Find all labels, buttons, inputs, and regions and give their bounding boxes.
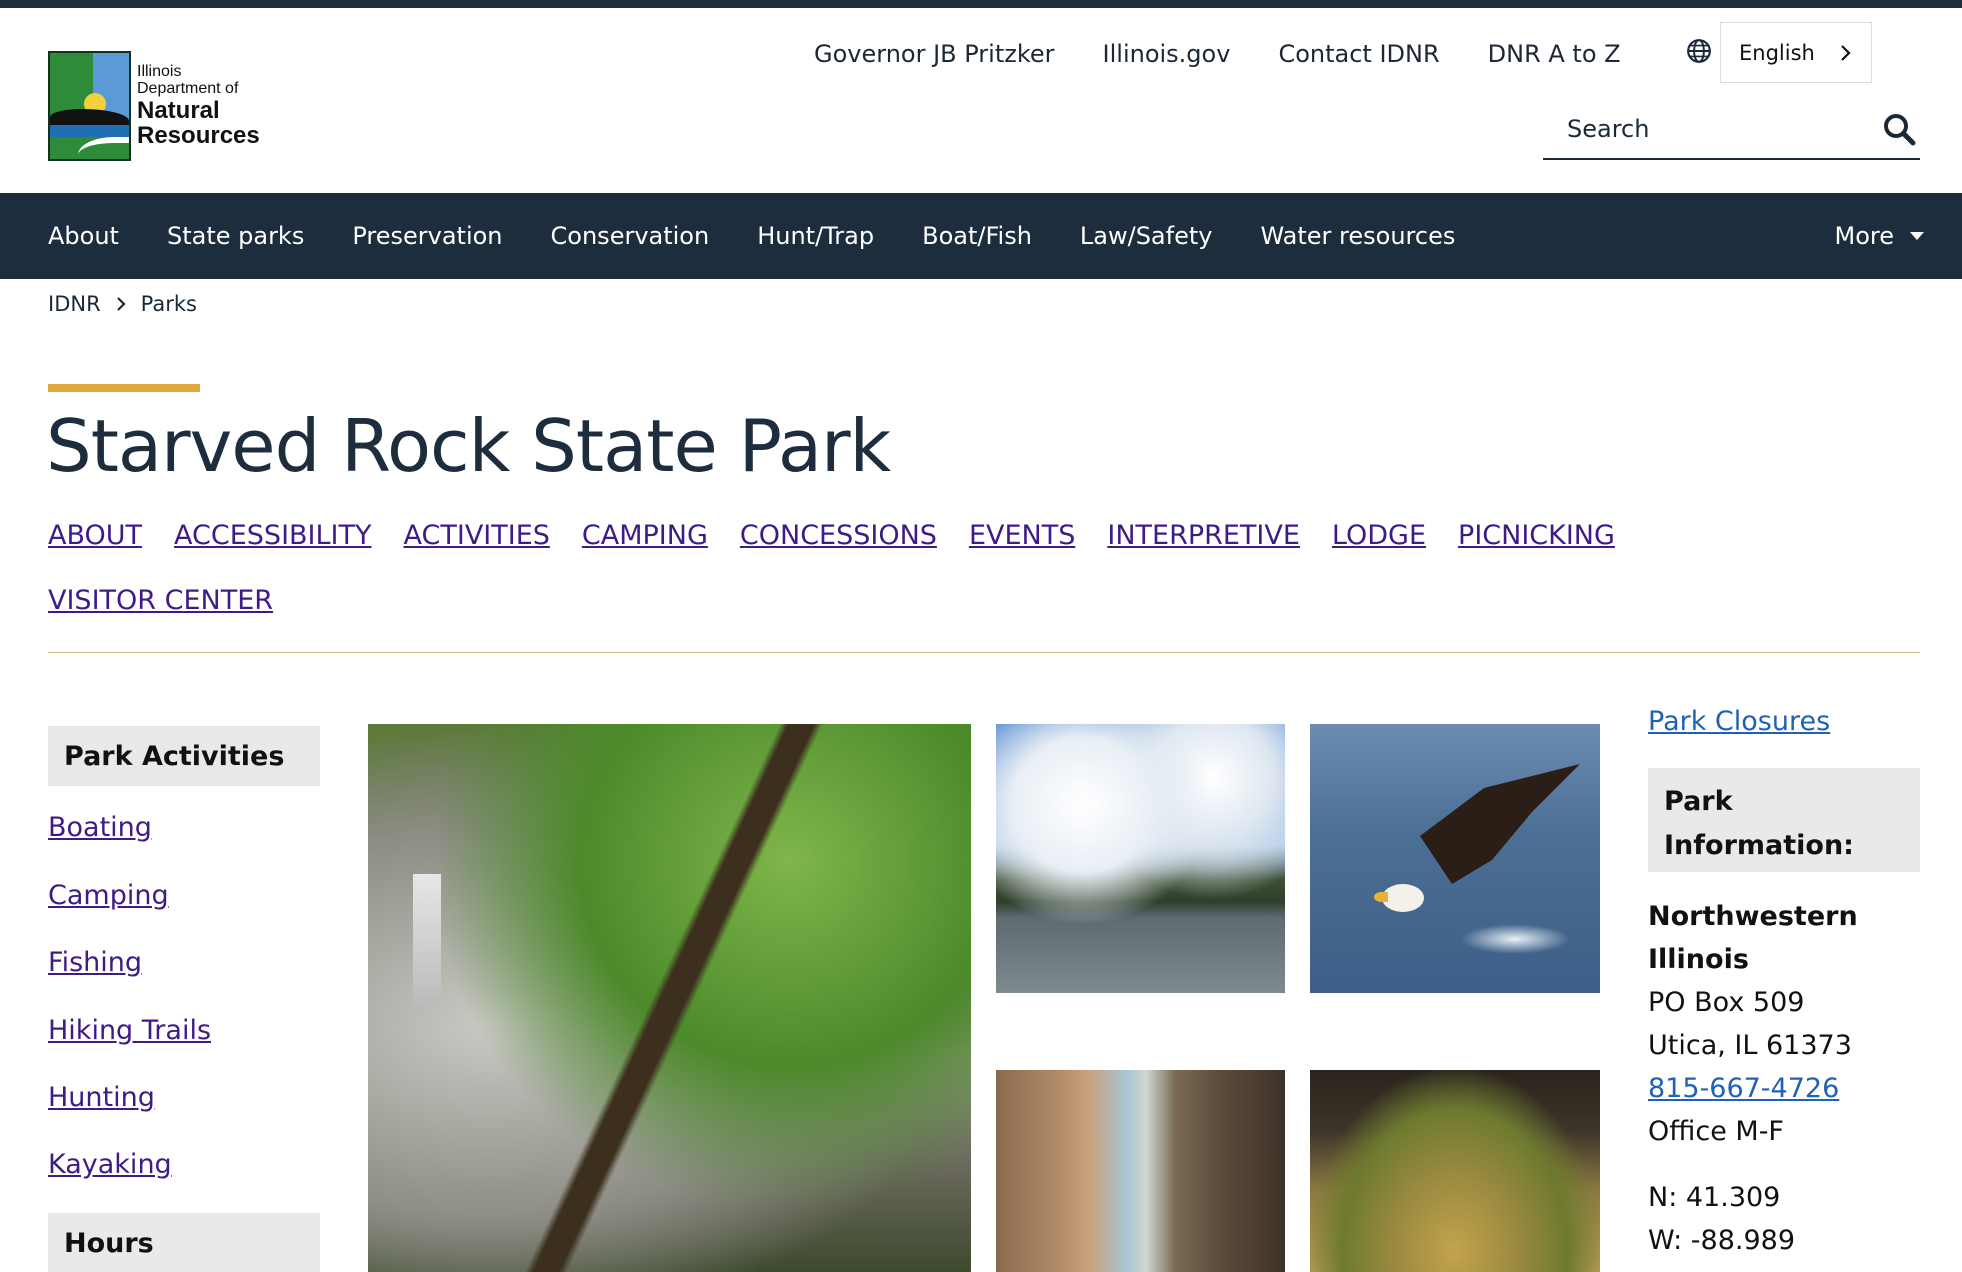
section-link-interpretive[interactable]: INTERPRETIVE	[1107, 520, 1300, 551]
park-address-line1: PO Box 509	[1648, 987, 1805, 1018]
nav-item-about[interactable]: About	[48, 222, 119, 250]
park-longitude: W: -88.989	[1648, 1225, 1796, 1256]
photo-sandstone-canyon[interactable]	[996, 1070, 1285, 1272]
logo-text: Illinois Department of Natural Resources	[137, 63, 260, 149]
util-link-a-to-z[interactable]: DNR A to Z	[1488, 40, 1621, 68]
park-phone-link[interactable]: 815-667-4726	[1648, 1067, 1920, 1110]
nav-item-water-resources[interactable]: Water resources	[1260, 222, 1455, 250]
section-link-concessions[interactable]: CONCESSIONS	[740, 520, 937, 551]
section-divider	[48, 652, 1920, 653]
logo-emblem-icon	[48, 51, 131, 161]
activity-link-boating[interactable]: Boating	[48, 812, 152, 843]
park-office-hours: Office M-F	[1648, 1116, 1784, 1147]
util-link-contact[interactable]: Contact IDNR	[1278, 40, 1439, 68]
main-nav: About State parks Preservation Conservat…	[0, 193, 1962, 279]
util-link-governor[interactable]: Governor JB Pritzker	[814, 40, 1055, 68]
language-label: English	[1739, 40, 1815, 65]
page-title: Starved Rock State Park	[46, 404, 891, 488]
photo-rock-arch[interactable]	[1310, 1070, 1600, 1272]
util-link-illinois-gov[interactable]: Illinois.gov	[1103, 40, 1231, 68]
nav-more-button[interactable]: More	[1834, 193, 1924, 279]
nav-item-hunt-trap[interactable]: Hunt/Trap	[757, 222, 874, 250]
idnr-logo[interactable]: Illinois Department of Natural Resources	[48, 50, 268, 162]
section-link-events[interactable]: EVENTS	[969, 520, 1075, 551]
nav-item-preservation[interactable]: Preservation	[352, 222, 502, 250]
section-link-visitor-center[interactable]: VISITOR CENTER	[48, 585, 273, 616]
nav-item-state-parks[interactable]: State parks	[167, 222, 304, 250]
section-link-camping[interactable]: CAMPING	[582, 520, 708, 551]
photo-bald-eagle[interactable]	[1310, 724, 1600, 993]
park-address-line2: Utica, IL 61373	[1648, 1030, 1852, 1061]
park-closures-link[interactable]: Park Closures	[1648, 706, 1830, 737]
language-selector[interactable]: English	[1720, 22, 1872, 83]
nav-item-law-safety[interactable]: Law/Safety	[1080, 222, 1213, 250]
chevron-right-icon	[116, 297, 126, 311]
section-link-lodge[interactable]: LODGE	[1332, 520, 1426, 551]
section-link-accessibility[interactable]: ACCESSIBILITY	[174, 520, 371, 551]
park-region: Northwestern Illinois	[1648, 901, 1858, 975]
caret-down-icon	[1910, 232, 1924, 240]
park-activities-heading: Park Activities	[48, 726, 320, 786]
title-accent-bar	[48, 384, 200, 392]
hours-heading: Hours	[48, 1213, 320, 1272]
nav-more-label: More	[1834, 222, 1895, 250]
search-icon[interactable]	[1882, 112, 1916, 146]
nav-item-boat-fish[interactable]: Boat/Fish	[922, 222, 1032, 250]
search-input[interactable]	[1567, 115, 1847, 143]
activity-link-hunting[interactable]: Hunting	[48, 1082, 155, 1113]
section-link-about[interactable]: ABOUT	[48, 520, 142, 551]
search-box	[1543, 100, 1920, 160]
utility-nav: Governor JB Pritzker Illinois.gov Contac…	[814, 34, 1669, 74]
park-latitude: N: 41.309	[1648, 1182, 1781, 1213]
globe-icon	[1687, 39, 1711, 63]
breadcrumb-parks[interactable]: Parks	[141, 292, 197, 316]
section-links: ABOUT ACCESSIBILITY ACTIVITIES CAMPING C…	[48, 520, 1748, 616]
activity-link-fishing[interactable]: Fishing	[48, 947, 142, 978]
top-strip	[0, 0, 1962, 8]
park-information: Northwestern Illinois PO Box 509 Utica, …	[1648, 895, 1920, 1262]
park-information-heading: Park Information:	[1648, 768, 1920, 872]
activity-link-kayaking[interactable]: Kayaking	[48, 1149, 172, 1180]
chevron-right-icon	[1841, 44, 1851, 61]
photo-waterfall-canyon[interactable]	[368, 724, 971, 1272]
section-link-picnicking[interactable]: PICNICKING	[1458, 520, 1615, 551]
activity-link-camping[interactable]: Camping	[48, 880, 169, 911]
activity-link-hiking-trails[interactable]: Hiking Trails	[48, 1015, 211, 1046]
photo-starved-rock-bluff[interactable]	[996, 724, 1285, 993]
breadcrumb-idnr[interactable]: IDNR	[48, 292, 101, 316]
nav-item-conservation[interactable]: Conservation	[551, 222, 710, 250]
section-link-activities[interactable]: ACTIVITIES	[404, 520, 550, 551]
breadcrumb: IDNR Parks	[48, 292, 197, 316]
